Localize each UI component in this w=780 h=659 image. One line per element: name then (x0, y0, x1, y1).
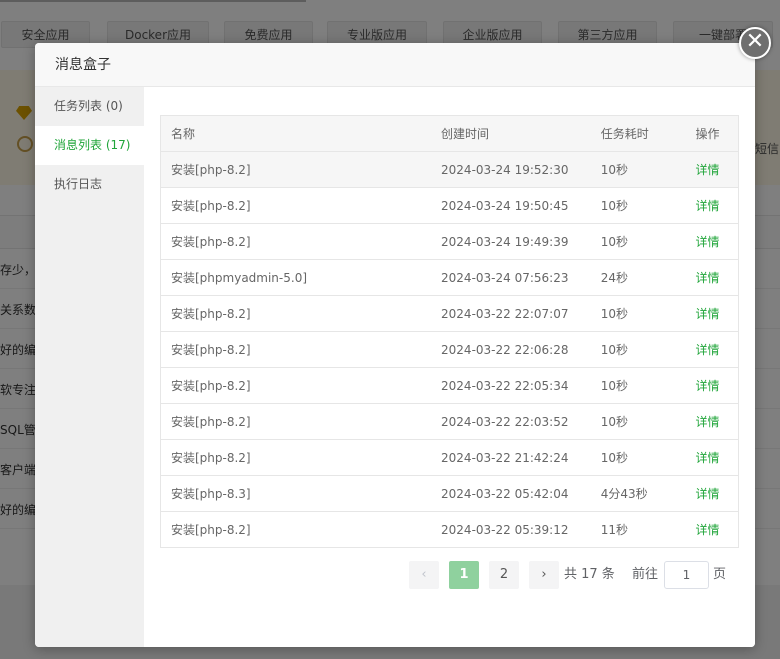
sidebar-item-execution-log[interactable]: 执行日志 (35, 165, 144, 204)
details-link[interactable]: 详情 (695, 331, 739, 368)
total-count: 共 17 条 (564, 567, 615, 582)
table-row: 安装[php-8.2] 2024-03-22 21:42:24 10秒 详情 (160, 439, 739, 476)
page-1-button[interactable]: 1 (449, 561, 479, 589)
cell-created-time: 2024-03-22 05:42:04 (441, 475, 601, 512)
cell-created-time: 2024-03-22 21:42:24 (441, 439, 601, 476)
details-link[interactable]: 详情 (695, 259, 739, 296)
cell-duration: 10秒 (600, 295, 696, 332)
table-row: 安装[php-8.2] 2024-03-24 19:52:30 10秒 详情 (160, 151, 739, 188)
cell-name: 安装[php-8.2] (160, 187, 442, 224)
column-duration: 任务耗时 (600, 115, 696, 152)
cell-duration: 10秒 (600, 403, 696, 440)
cell-duration: 11秒 (600, 511, 696, 548)
cell-name: 安装[php-8.2] (160, 439, 442, 476)
table-row: 安装[php-8.2] 2024-03-22 22:03:52 10秒 详情 (160, 403, 739, 440)
cell-created-time: 2024-03-24 07:56:23 (441, 259, 601, 296)
modal-title: 消息盒子 (35, 43, 755, 87)
cell-name: 安装[php-8.2] (160, 511, 442, 548)
cell-name: 安装[phpmyadmin-5.0] (160, 259, 442, 296)
sidebar-item-message-list[interactable]: 消息列表 (17) (35, 126, 144, 165)
message-box-modal: 消息盒子 任务列表 (0) 消息列表 (17) 执行日志 名称 创建时间 任务耗… (35, 43, 755, 647)
table-row: 安装[phpmyadmin-5.0] 2024-03-24 07:56:23 24秒… (160, 259, 739, 296)
cell-name: 安装[php-8.2] (160, 331, 442, 368)
cell-name: 安装[php-8.3] (160, 475, 442, 512)
cell-duration: 10秒 (600, 367, 696, 404)
table-row: 安装[php-8.3] 2024-03-22 05:42:04 4分43秒 详情 (160, 475, 739, 512)
table-row: 安装[php-8.2] 2024-03-22 05:39:12 11秒 详情 (160, 511, 739, 548)
cell-duration: 4分43秒 (600, 475, 696, 512)
pagination: ‹ 1 2 › 共 17 条 前往 1 页 (409, 561, 749, 591)
cell-duration: 10秒 (600, 151, 696, 188)
cell-duration: 10秒 (600, 223, 696, 260)
table-row: 安装[php-8.2] 2024-03-22 22:06:28 10秒 详情 (160, 331, 739, 368)
page-2-button[interactable]: 2 (489, 561, 519, 589)
cell-created-time: 2024-03-22 22:05:34 (441, 367, 601, 404)
next-page-button[interactable]: › (529, 561, 559, 589)
sidebar-item-task-list[interactable]: 任务列表 (0) (35, 87, 144, 126)
cell-created-time: 2024-03-22 22:07:07 (441, 295, 601, 332)
cell-name: 安装[php-8.2] (160, 367, 442, 404)
message-table: 名称 创建时间 任务耗时 操作 安装[php-8.2] 2024-03-24 19… (160, 115, 739, 548)
details-link[interactable]: 详情 (695, 187, 739, 224)
cell-created-time: 2024-03-22 22:06:28 (441, 331, 601, 368)
cell-duration: 10秒 (600, 331, 696, 368)
details-link[interactable]: 详情 (695, 223, 739, 260)
cell-duration: 10秒 (600, 187, 696, 224)
cell-created-time: 2024-03-22 22:03:52 (441, 403, 601, 440)
details-link[interactable]: 详情 (695, 511, 739, 548)
details-link[interactable]: 详情 (695, 367, 739, 404)
column-action: 操作 (695, 115, 739, 152)
table-header-row: 名称 创建时间 任务耗时 操作 (160, 115, 739, 152)
cell-created-time: 2024-03-24 19:49:39 (441, 223, 601, 260)
details-link[interactable]: 详情 (695, 151, 739, 188)
table-row: 安装[php-8.2] 2024-03-24 19:50:45 10秒 详情 (160, 187, 739, 224)
table-row: 安装[php-8.2] 2024-03-24 19:49:39 10秒 详情 (160, 223, 739, 260)
modal-body: 任务列表 (0) 消息列表 (17) 执行日志 名称 创建时间 任务耗时 操作 … (35, 87, 755, 647)
close-icon[interactable]: ✕ (739, 27, 771, 59)
column-created-time: 创建时间 (441, 115, 601, 152)
details-link[interactable]: 详情 (695, 439, 739, 476)
cell-duration: 10秒 (600, 439, 696, 476)
table-row: 安装[php-8.2] 2024-03-22 22:05:34 10秒 详情 (160, 367, 739, 404)
details-link[interactable]: 详情 (695, 475, 739, 512)
cell-created-time: 2024-03-24 19:52:30 (441, 151, 601, 188)
goto-label: 前往 (632, 567, 659, 582)
cell-created-time: 2024-03-24 19:50:45 (441, 187, 601, 224)
page-suffix: 页 (713, 567, 727, 582)
goto-page-input[interactable]: 1 (664, 561, 709, 589)
cell-name: 安装[php-8.2] (160, 223, 442, 260)
details-link[interactable]: 详情 (695, 295, 739, 332)
details-link[interactable]: 详情 (695, 403, 739, 440)
table-row: 安装[php-8.2] 2024-03-22 22:07:07 10秒 详情 (160, 295, 739, 332)
column-name: 名称 (160, 115, 442, 152)
cell-name: 安装[php-8.2] (160, 403, 442, 440)
prev-page-button[interactable]: ‹ (409, 561, 439, 589)
cell-created-time: 2024-03-22 05:39:12 (441, 511, 601, 548)
modal-sidebar: 任务列表 (0) 消息列表 (17) 执行日志 (35, 87, 144, 647)
cell-name: 安装[php-8.2] (160, 151, 442, 188)
message-list-panel: 名称 创建时间 任务耗时 操作 安装[php-8.2] 2024-03-24 19… (144, 87, 755, 647)
cell-duration: 24秒 (600, 259, 696, 296)
cell-name: 安装[php-8.2] (160, 295, 442, 332)
